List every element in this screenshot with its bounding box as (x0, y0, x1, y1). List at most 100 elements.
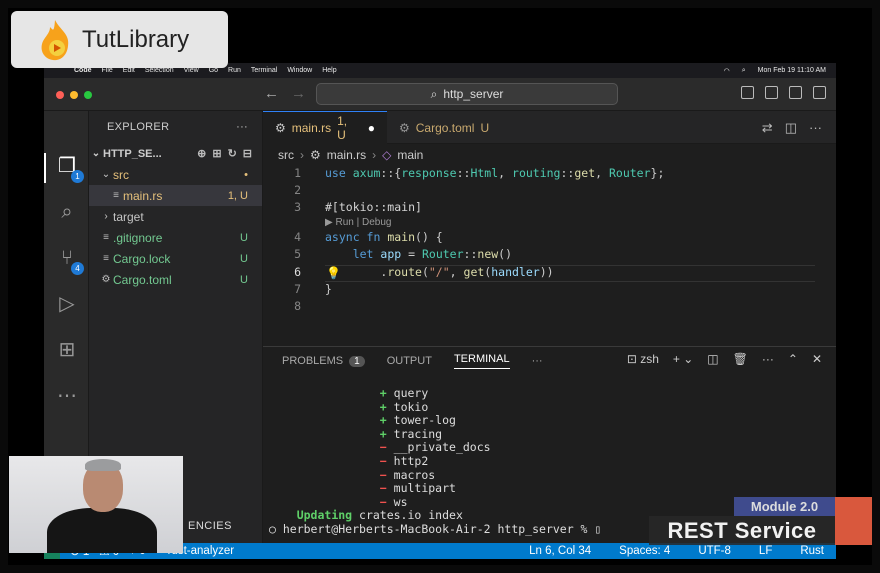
mac-app-name[interactable]: Code (74, 67, 92, 74)
split-terminal-icon[interactable]: ◫ (707, 352, 718, 366)
mac-clock[interactable]: Mon Feb 19 11:10 AM (758, 67, 826, 74)
nav-arrows: ← → (264, 85, 306, 102)
dependencies-header[interactable]: ENCIES (188, 520, 232, 532)
extensions-icon[interactable]: ⊞ (54, 337, 80, 363)
code-line-1: use axum::{response::Html, routing::get,… (325, 166, 665, 180)
file-icon: ⚙ (101, 274, 111, 285)
mac-menu-item[interactable]: Help (322, 67, 336, 74)
terminal-shell[interactable]: ⊡ zsh (627, 352, 659, 366)
rust-file-icon: ⚙ (310, 148, 321, 162)
panel-more-icon[interactable]: ··· (532, 355, 543, 367)
breadcrumb-symbol[interactable]: main (397, 148, 423, 162)
compare-icon[interactable]: ⇄ (762, 120, 773, 136)
code-editor[interactable]: 1 2 3 4 5 6 7 8 use axum::{response::Htm… (263, 166, 836, 346)
tab-status: 1, U (337, 114, 348, 142)
problems-badge: 1 (349, 356, 365, 367)
cursor-position[interactable]: Ln 6, Col 34 (529, 545, 591, 557)
collapse-all-icon[interactable]: ⊟ (243, 147, 252, 160)
mac-menu-item[interactable]: Edit (123, 67, 135, 74)
run-debug-icon[interactable]: ▷ (54, 291, 80, 317)
explorer-icon[interactable]: ❐ 1 (54, 153, 84, 183)
mac-menu-item[interactable]: Run (228, 67, 241, 74)
panel-tabs: PROBLEMS 1 OUTPUT TERMINAL ··· (282, 351, 543, 371)
mac-menu-item[interactable]: View (184, 67, 199, 74)
breadcrumb-separator: › (300, 148, 304, 162)
flame-icon (41, 19, 69, 60)
terminal-more-icon[interactable]: ··· (762, 352, 774, 366)
toggle-secondary-sidebar-icon[interactable] (789, 86, 802, 99)
mac-menu-item[interactable]: Window (287, 67, 312, 74)
tree-item-label: src (113, 167, 129, 182)
explorer-more-icon[interactable]: ··· (236, 121, 248, 133)
tab-label: main.rs (291, 121, 332, 135)
terminal-line: + tower-log (379, 413, 456, 428)
search-activity-icon[interactable]: ⌕ (54, 199, 80, 225)
tree-item-label: target (113, 209, 144, 224)
line-number: 8 (294, 299, 301, 313)
run-debug-codelens[interactable]: ▶ Run | Debug (325, 217, 391, 228)
line-number: 3 (294, 200, 301, 214)
project-label: HTTP_SE... (103, 147, 162, 160)
mac-menu-item[interactable]: Go (209, 67, 218, 74)
terminal-line: − ws (379, 494, 408, 509)
tree-item[interactable]: ⌄ src • (89, 164, 262, 185)
lightbulb-icon[interactable]: 💡 (326, 266, 341, 280)
breadcrumb-folder[interactable]: src (278, 148, 294, 162)
mac-menu-item[interactable]: Terminal (251, 67, 277, 74)
close-dot[interactable] (56, 91, 64, 99)
toggle-sidebar-icon[interactable] (741, 86, 754, 99)
split-editor-icon[interactable]: ◫ (785, 120, 797, 136)
tab-problems[interactable]: PROBLEMS 1 (282, 355, 365, 367)
minimize-dot[interactable] (70, 91, 78, 99)
tree-item[interactable]: ⚙ Cargo.toml U (89, 269, 262, 290)
tree-item[interactable]: › target (89, 206, 262, 227)
tree-item-label: .gitignore (113, 230, 163, 245)
toggle-panel-icon[interactable] (765, 86, 778, 99)
mac-menu-item[interactable]: Selection (145, 67, 174, 74)
code-line-3: #[tokio::main] (325, 200, 422, 214)
git-status: • (244, 168, 248, 181)
tab-terminal[interactable]: TERMINAL (453, 353, 510, 369)
maximize-dot[interactable] (84, 91, 92, 99)
tree-item[interactable]: ≡ Cargo.lock U (89, 248, 262, 269)
tree-item[interactable]: ≡ main.rs 1, U (89, 185, 262, 206)
new-folder-icon[interactable]: ⊞ (212, 147, 221, 160)
new-file-icon[interactable]: ⊕ (197, 147, 206, 160)
close-panel-icon[interactable]: ✕ (812, 352, 822, 366)
tab-output[interactable]: OUTPUT (387, 355, 432, 367)
layout-controls (741, 86, 826, 99)
active-indicator (44, 153, 46, 183)
more-actions-icon[interactable]: ··· (809, 120, 822, 136)
command-center-search[interactable]: ⌕ http_server (316, 83, 618, 105)
file-icon: ≡ (113, 190, 119, 201)
project-folder[interactable]: ⌄ HTTP_SE... ⊕ ⊞ ↻ ⊟ (89, 143, 262, 164)
scm-badge: 4 (71, 262, 84, 275)
code-line-5: let app = Router::new() (352, 247, 513, 261)
forward-arrow-icon[interactable]: → (291, 85, 306, 102)
breadcrumb-file[interactable]: main.rs (327, 148, 366, 162)
trash-icon[interactable]: 🗑 (733, 352, 748, 366)
terminal-prompt[interactable]: ○ herbert@Herberts-MacBook-Air-2 http_se… (269, 522, 601, 537)
unsaved-dot-icon[interactable]: ● (368, 121, 375, 135)
search-label: http_server (443, 87, 504, 101)
editor-tabs: ⚙ main.rs 1, U ● ⚙ Cargo.toml U ⇄ ◫ ··· (263, 111, 836, 144)
more-icon[interactable]: ⋯ (54, 383, 80, 409)
mac-menu-item[interactable]: File (102, 67, 113, 74)
refresh-icon[interactable]: ↻ (228, 147, 237, 160)
maximize-panel-icon[interactable]: ⌃ (788, 352, 798, 366)
customize-layout-icon[interactable] (813, 86, 826, 99)
back-arrow-icon[interactable]: ← (264, 85, 279, 102)
search-icon[interactable]: ⌕ (742, 67, 746, 75)
terminal-line: Updating crates.io index (296, 508, 463, 523)
wifi-icon[interactable]: ◠ (724, 67, 730, 75)
tree-item[interactable]: ≡ .gitignore U (89, 227, 262, 248)
terminal-output[interactable]: + query + tokio + tower-log + tracing − … (269, 386, 601, 537)
git-status: U (240, 273, 248, 286)
tab-cargo-toml[interactable]: ⚙ Cargo.toml U (387, 111, 501, 144)
tab-main-rs[interactable]: ⚙ main.rs 1, U ● (263, 111, 387, 144)
line-number: 6 (294, 265, 301, 279)
git-status: 1, U (227, 189, 248, 202)
source-control-icon[interactable]: ⑂ 4 (54, 245, 84, 275)
new-terminal-icon[interactable]: + ⌄ (673, 352, 693, 366)
tab-label: Cargo.toml (415, 120, 475, 135)
